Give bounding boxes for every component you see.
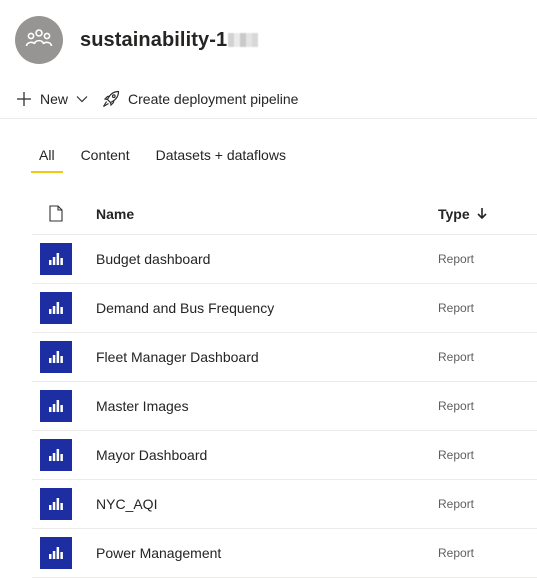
tab-all[interactable]: All: [31, 144, 63, 173]
report-icon: [40, 243, 72, 275]
arrow-down-icon: [470, 206, 487, 222]
tab-datasets-dataflows[interactable]: Datasets + dataflows: [148, 144, 294, 171]
workspace-avatar: [15, 16, 63, 64]
create-deployment-pipeline-label: Create deployment pipeline: [128, 91, 299, 107]
report-icon: [40, 488, 72, 520]
table-header: Name Type: [32, 193, 537, 235]
row-name[interactable]: Mayor Dashboard: [96, 447, 438, 463]
create-deployment-pipeline-button[interactable]: Create deployment pipeline: [102, 90, 298, 108]
rocket-icon: [102, 90, 120, 108]
table-row[interactable]: Budget dashboard Report: [32, 235, 537, 284]
row-name[interactable]: Fleet Manager Dashboard: [96, 349, 438, 365]
column-header-type[interactable]: Type: [438, 206, 487, 222]
row-type: Report: [438, 350, 475, 364]
row-name[interactable]: Power Management: [96, 545, 438, 561]
row-type: Report: [438, 301, 475, 315]
tab-datasets-dataflows-label: Datasets + dataflows: [155, 147, 286, 163]
table-row[interactable]: Power Management Report: [32, 529, 537, 578]
column-header-type-label: Type: [438, 205, 470, 222]
tab-content[interactable]: Content: [73, 144, 138, 171]
new-button-label: New: [40, 91, 69, 107]
table-row[interactable]: NYC_AQI Report: [32, 480, 537, 529]
row-name[interactable]: Master Images: [96, 398, 438, 414]
redacted-text: [228, 32, 259, 47]
document-icon: [32, 205, 80, 222]
plus-icon: [16, 91, 32, 107]
content-table: Name Type Budget dashboard Report Demand…: [32, 193, 537, 578]
row-type: Report: [438, 399, 475, 413]
table-row[interactable]: Mayor Dashboard Report: [32, 431, 537, 480]
toolbar-divider: [0, 118, 537, 119]
row-type: Report: [438, 546, 475, 560]
report-icon: [40, 390, 72, 422]
new-button[interactable]: New: [16, 91, 88, 107]
report-icon: [40, 537, 72, 569]
report-icon: [40, 341, 72, 373]
workspace-title-text: sustainability-1: [80, 28, 228, 51]
table-row[interactable]: Demand and Bus Frequency Report: [32, 284, 537, 333]
row-type: Report: [438, 497, 475, 511]
report-icon: [40, 292, 72, 324]
content-tabs: All Content Datasets + dataflows: [31, 144, 304, 173]
workspace-title: sustainability-1: [80, 28, 259, 52]
report-icon: [40, 439, 72, 471]
toolbar: New Create deployment pipeline: [16, 88, 298, 110]
tab-content-label: Content: [80, 147, 130, 163]
row-type: Report: [438, 448, 475, 462]
column-header-name-label: Name: [96, 205, 135, 222]
row-name[interactable]: NYC_AQI: [96, 496, 438, 512]
workspace-header: sustainability-1: [15, 16, 259, 64]
group-people-icon: [25, 27, 53, 54]
column-header-name[interactable]: Name: [96, 206, 438, 222]
table-row[interactable]: Fleet Manager Dashboard Report: [32, 333, 537, 382]
table-row[interactable]: Master Images Report: [32, 382, 537, 431]
chevron-down-icon[interactable]: [76, 95, 88, 103]
row-name[interactable]: Budget dashboard: [96, 251, 438, 267]
tab-all-label: All: [39, 147, 55, 163]
row-type: Report: [438, 252, 475, 266]
row-name[interactable]: Demand and Bus Frequency: [96, 300, 438, 316]
